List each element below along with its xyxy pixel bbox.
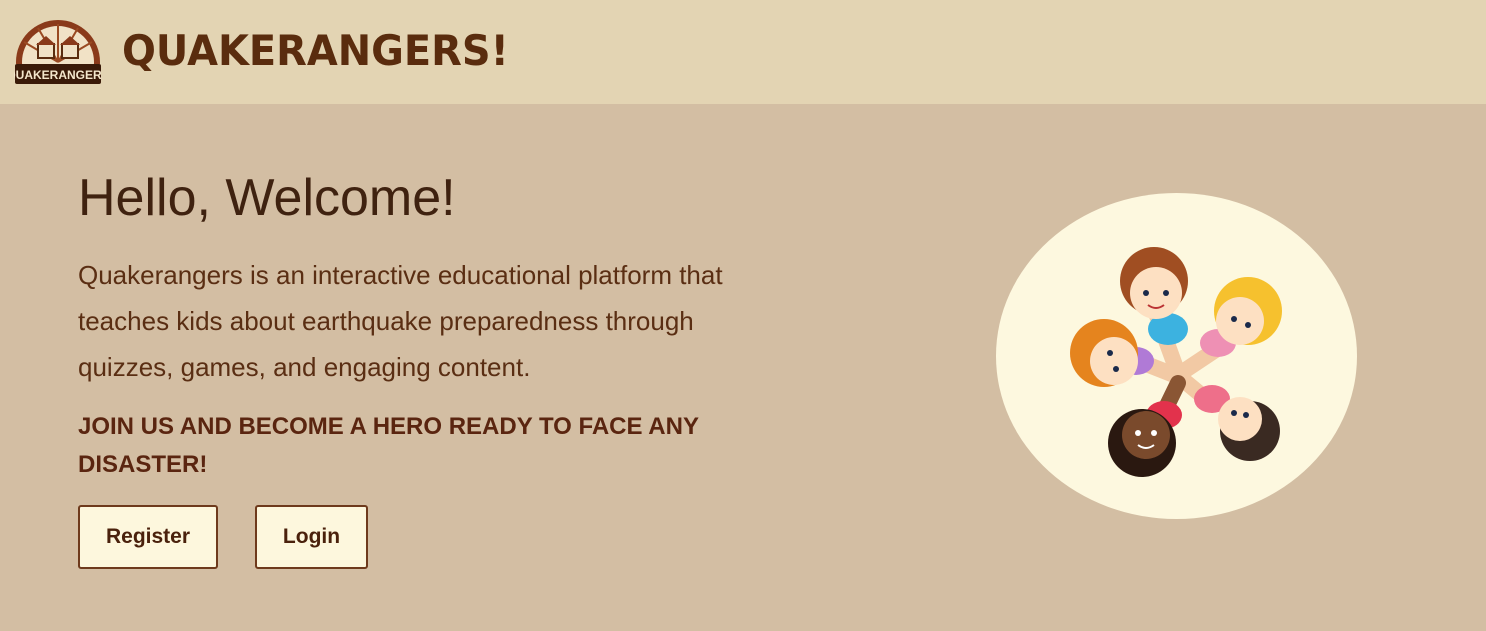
welcome-heading: Hello, Welcome! xyxy=(78,169,456,227)
quakerangers-logo[interactable]: QUAKERANGERS xyxy=(14,16,102,86)
call-to-action: JOIN US AND BECOME A HERO READY TO FACE … xyxy=(78,413,699,478)
brand-title: QUAKERANGERS! xyxy=(122,26,509,75)
login-button[interactable]: Login xyxy=(255,505,368,569)
top-header: QUAKERANGERS QUAKERANGERS! xyxy=(0,0,1486,104)
register-button[interactable]: Register xyxy=(78,505,218,569)
svg-text:QUAKERANGERS: QUAKERANGERS xyxy=(14,68,102,82)
intro-description: Quakerangers is an interactive education… xyxy=(78,260,723,382)
kids-circle-illustration xyxy=(996,193,1357,519)
